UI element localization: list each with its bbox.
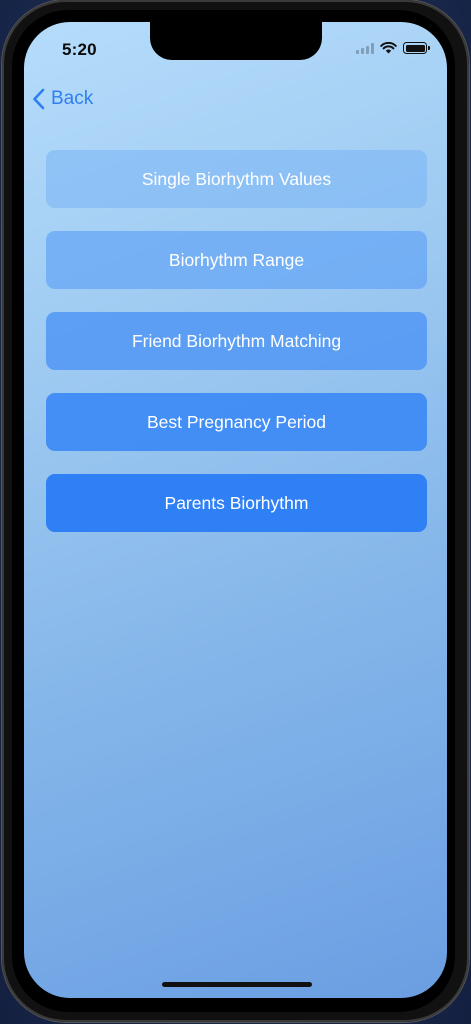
menu-list: Single Biorhythm Values Biorhythm Range … <box>46 150 427 532</box>
status-time: 5:20 <box>62 40 97 59</box>
best-pregnancy-period-button[interactable]: Best Pregnancy Period <box>46 393 427 451</box>
status-icons <box>356 42 430 54</box>
single-biorhythm-values-button[interactable]: Single Biorhythm Values <box>46 150 427 208</box>
back-label: Back <box>51 88 94 109</box>
friend-biorhythm-matching-button[interactable]: Friend Biorhythm Matching <box>46 312 427 370</box>
back-button[interactable]: Back <box>32 88 93 110</box>
wifi-icon <box>380 42 397 54</box>
chevron-left-icon <box>33 88 45 110</box>
cellular-signal-icon <box>356 42 374 54</box>
home-indicator[interactable] <box>162 982 312 987</box>
battery-icon <box>403 42 430 54</box>
biorhythm-range-button[interactable]: Biorhythm Range <box>46 231 427 289</box>
parents-biorhythm-button[interactable]: Parents Biorhythm <box>46 474 427 532</box>
app-screen: 5:20 Back Single Biorhythm Values Biorhy… <box>24 22 447 998</box>
notch <box>150 22 322 60</box>
